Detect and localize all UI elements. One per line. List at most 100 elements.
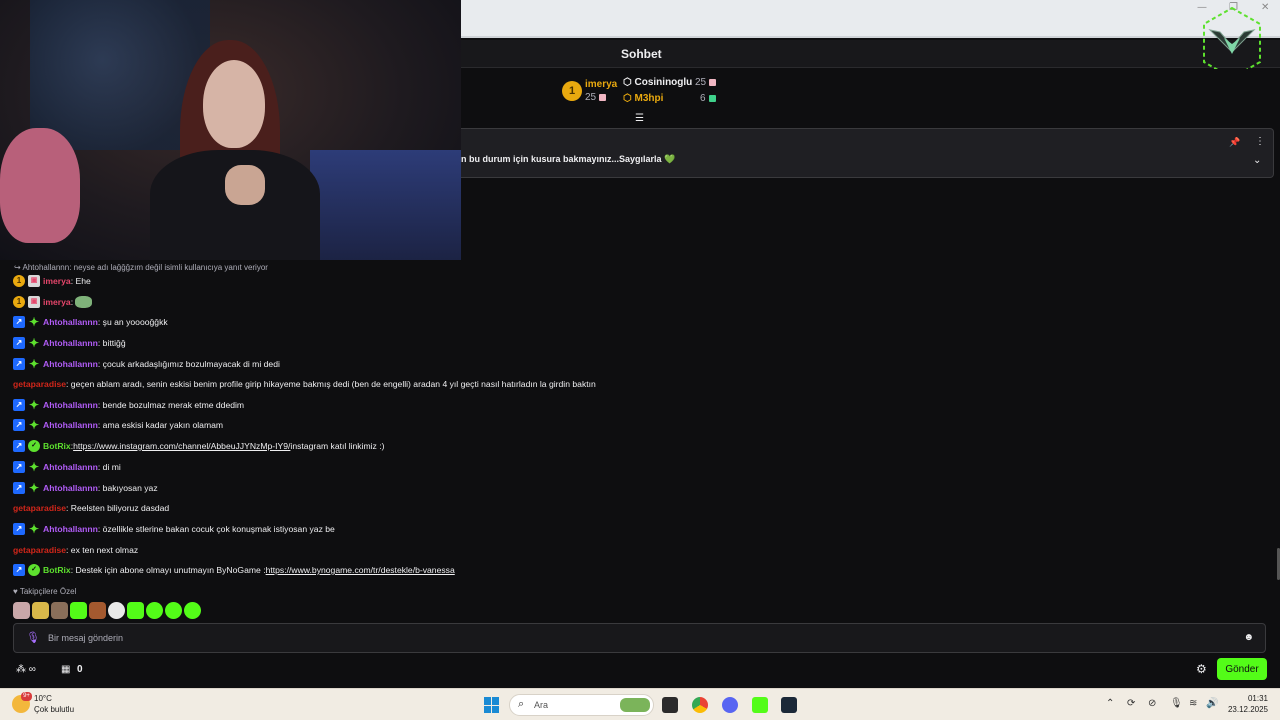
vip-badge: ↗	[13, 461, 25, 473]
chat-input[interactable]: 🎙 Bir mesaj gönderin ☻	[13, 623, 1266, 653]
emote-bug-icon[interactable]	[146, 602, 163, 619]
chevron-up-icon[interactable]: ⌃	[1106, 698, 1114, 709]
chat-message[interactable]: ↗ ✦ Ahtohallannn: bakıyosan yaz	[13, 481, 158, 495]
clock-time[interactable]: 01:31	[1228, 694, 1268, 703]
chat-username[interactable]: imerya	[43, 274, 71, 288]
network-off-icon[interactable]: ⊘	[1148, 698, 1156, 709]
file-explorer-icon[interactable]	[662, 697, 678, 713]
chat-header: Sohbet	[461, 40, 1280, 68]
chat-message[interactable]: ↗ ✦ Ahtohallannn: bende bozulmaz merak et…	[13, 398, 244, 412]
emote-box-icon[interactable]	[89, 602, 106, 619]
chat-text: : çocuk arkadaşlığımız bozulmayacak di m…	[97, 359, 280, 369]
steam-icon[interactable]	[781, 697, 797, 713]
gift-icon	[708, 94, 716, 102]
chat-username[interactable]: Ahtohallannn	[43, 481, 98, 495]
weather-temperature: 10°C	[34, 694, 52, 703]
chat-username[interactable]: Ahtohallannn	[43, 398, 98, 412]
gear-icon[interactable]: ⚙	[1196, 662, 1207, 676]
expand-leaderboard-icon[interactable]: ☰	[635, 113, 644, 124]
leader-third-name[interactable]: ⬡ M3hpi	[623, 93, 663, 104]
chat-message[interactable]: ↗ ✦ Ahtohallannn: şu an yooooğğkk	[13, 315, 168, 329]
pin-icon[interactable]: 📌	[1229, 137, 1240, 148]
chat-message[interactable]: ↗ ✦ Ahtohallannn: bittiğğ	[13, 336, 126, 350]
leader-first-name[interactable]: imerya	[585, 79, 617, 90]
chat-message[interactable]: ↗ ✓ BotRix: https://www.instagram.com/cha…	[13, 439, 385, 453]
chat-message[interactable]: ↗ ✦ Ahtohallannn: özellikle stlerine baka…	[13, 522, 335, 536]
chat-username[interactable]: getaparadise	[13, 377, 66, 391]
chrome-icon[interactable]	[692, 697, 708, 713]
wifi-icon[interactable]: ≋	[1189, 698, 1197, 709]
emote-duck-icon[interactable]	[32, 602, 49, 619]
chat-message[interactable]: ↗ ✦ Ahtohallannn: ama eskisi kadar yakın …	[13, 418, 223, 432]
store-icon[interactable]: ▦	[61, 664, 70, 675]
emote-skull-icon[interactable]	[108, 602, 125, 619]
chat-username[interactable]: Ahtohallannn	[43, 315, 98, 329]
reply-context[interactable]: ↪ Ahtohallannn: neyse adı lağğğzım değil…	[14, 263, 268, 272]
chat-text: instagram katıl linkimiz :)	[290, 441, 385, 451]
kick-app-icon[interactable]	[752, 697, 768, 713]
vip-badge: ↗	[13, 358, 25, 370]
vip-badge: ↗	[13, 419, 25, 431]
search-highlight-image	[620, 698, 650, 712]
emote-bubble-icon[interactable]	[184, 602, 201, 619]
emote-smile-icon[interactable]	[165, 602, 182, 619]
microphone-icon[interactable]: 🎙	[26, 631, 40, 644]
send-button[interactable]: Gönder	[1217, 658, 1267, 680]
sync-icon[interactable]: ⟳	[1127, 698, 1135, 709]
microphone-tray-icon[interactable]: 🎙	[1170, 698, 1183, 709]
chat-username[interactable]: Ahtohallannn	[43, 522, 98, 536]
windows-start-icon[interactable]	[484, 697, 500, 713]
search-placeholder: Ara	[534, 700, 549, 710]
chat-message[interactable]: getaparadise: ex ten next olmaz	[13, 543, 138, 557]
bot-badge-icon: ✓	[28, 564, 40, 576]
emote-cat-icon[interactable]	[13, 602, 30, 619]
chat-message[interactable]: ↗ ✓ BotRix: Destek için abone olmayı unut…	[13, 563, 455, 577]
chat-message[interactable]: ↗ ✦ Ahtohallannn: di mi	[13, 460, 121, 474]
emote-frog-icon	[75, 296, 93, 308]
discord-icon[interactable]	[722, 697, 738, 713]
volume-icon[interactable]: 🔊	[1206, 698, 1218, 709]
webcam-overlay	[0, 0, 461, 260]
pinned-message[interactable]: n bu durum için kusura bakmayınız...Sayg…	[461, 128, 1274, 178]
chat-username[interactable]: Ahtohallannn	[43, 418, 98, 432]
emote-kick-icon[interactable]	[70, 602, 87, 619]
chevron-down-icon[interactable]: ⌄	[1253, 155, 1261, 166]
chat-username[interactable]: Ahtohallannn	[43, 357, 98, 371]
chat-username[interactable]: getaparadise	[13, 501, 66, 515]
chat-message[interactable]: 1 ▣ imerya: Ehe	[13, 274, 91, 288]
chat-text: : geçen ablam aradı, senin eskisi benim …	[66, 379, 596, 389]
chat-message[interactable]: ↗ ✦ Ahtohallannn: çocuk arkadaşlığımız bo…	[13, 357, 280, 371]
vip-badge: ↗	[13, 523, 25, 535]
chat-message[interactable]: 1 ▣ imerya:	[13, 295, 93, 309]
streamer-face	[203, 60, 265, 148]
clock-date[interactable]: 23.12.2025	[1224, 705, 1268, 714]
leader-second-name[interactable]: ⬡ Cosininoglu	[623, 77, 692, 88]
chat-link[interactable]: https://www.instagram.com/channel/AbbeuJ…	[73, 439, 290, 453]
chat-text: : özellikle stlerine bakan cocuk çok kon…	[97, 524, 335, 534]
chat-username[interactable]: getaparadise	[13, 543, 66, 557]
chat-username[interactable]: Ahtohallannn	[43, 336, 98, 350]
vip-badge: ↗	[13, 399, 25, 411]
gift-badge: ▣	[28, 275, 40, 287]
channel-points[interactable]: ⁂ ∞	[16, 664, 36, 675]
emote-face-icon[interactable]	[51, 602, 68, 619]
chat-text: : Destek için abone olmayı unutmayın ByN…	[70, 565, 266, 575]
more-options-icon[interactable]: ⋮	[1255, 136, 1265, 147]
chat-message[interactable]: getaparadise: geçen ablam aradı, senin e…	[13, 377, 596, 391]
taskbar-search[interactable]: ⌕ Ara	[509, 694, 654, 716]
chat-text: :	[70, 297, 74, 307]
chat-message[interactable]: getaparadise: Reelsten biliyoruz dasdad	[13, 501, 169, 515]
chat-username[interactable]: BotRix	[43, 563, 71, 577]
leader-first-count: 25	[585, 92, 607, 103]
chat-username[interactable]: BotRix	[43, 439, 71, 453]
emoji-picker-icon[interactable]: ☻	[1243, 632, 1254, 643]
emote-chat-icon[interactable]	[127, 602, 144, 619]
vip-badge: ↗	[13, 482, 25, 494]
chat-username[interactable]: imerya	[43, 295, 71, 309]
rank-one-badge: 1	[562, 81, 582, 101]
chat-link[interactable]: https://www.bynogame.com/tr/destekle/b-v…	[266, 563, 455, 577]
chat-username[interactable]: Ahtohallannn	[43, 460, 98, 474]
chat-input-placeholder: Bir mesaj gönderin	[48, 633, 124, 643]
emote-bar	[13, 602, 201, 619]
rank-badge: 1	[13, 296, 25, 308]
